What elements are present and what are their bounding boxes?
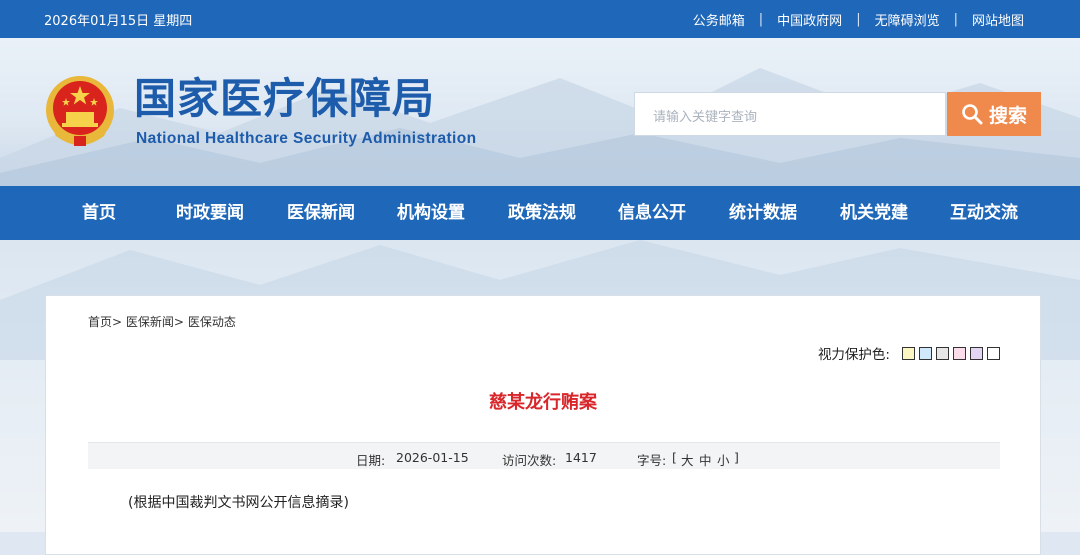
breadcrumb-dynamics[interactable]: 医保动态: [188, 315, 236, 329]
separator: |: [953, 12, 958, 27]
font-size-medium[interactable]: 中: [699, 450, 712, 469]
separator: |: [758, 12, 764, 27]
color-swatch-white[interactable]: [987, 346, 1000, 360]
site-title: 国家医疗保障局: [134, 74, 436, 123]
color-swatch-pink[interactable]: [953, 346, 966, 360]
nav-item-interaction[interactable]: 互动交流: [950, 186, 1018, 240]
top-bar: 2026年01月15日 星期四 公务邮箱 | 中国政府网 | 无障碍浏览 | 网…: [0, 0, 1080, 38]
nav-item-policy[interactable]: 政策法规: [508, 186, 576, 240]
font-bracket-open: [: [672, 450, 677, 465]
vision-protection-label: 视力保护色:: [817, 347, 890, 363]
font-size-label: 字号:: [637, 453, 667, 468]
link-official-mail[interactable]: 公务邮箱: [693, 10, 745, 29]
breadcrumb-home[interactable]: 首页: [88, 315, 112, 329]
article-container: 首页> 医保新闻> 医保动态 视力保护色: 慈某龙行贿案 日期: 2026-01…: [45, 295, 1041, 555]
breadcrumb: 首页> 医保新闻> 医保动态: [88, 313, 236, 330]
breadcrumb-separator: >: [173, 315, 184, 329]
article-date: 2026-01-15: [396, 450, 469, 465]
link-sitemap[interactable]: 网站地图: [972, 10, 1024, 29]
site-subtitle: National Healthcare Security Administrat…: [136, 130, 477, 147]
breadcrumb-separator: >: [112, 315, 123, 329]
nav-item-news[interactable]: 医保新闻: [287, 186, 355, 240]
link-gov-portal[interactable]: 中国政府网: [777, 10, 842, 29]
main-nav: 首页 时政要闻 医保新闻 机构设置 政策法规 信息公开 统计数据 机关党建 互动…: [0, 186, 1080, 240]
nav-item-home[interactable]: 首页: [82, 186, 116, 240]
site-header: 国家医疗保障局 National Healthcare Security Adm…: [0, 38, 1080, 186]
nav-item-disclosure[interactable]: 信息公开: [618, 186, 686, 240]
date-label: 日期:: [356, 453, 386, 468]
search-input[interactable]: 请输入关键字查询: [634, 92, 946, 136]
nav-item-politics[interactable]: 时政要闻: [176, 186, 244, 240]
color-swatch-blue[interactable]: [919, 346, 932, 360]
article-meta: 日期: 2026-01-15 访问次数: 1417 字号: [ 大 中 小 ]: [88, 442, 1000, 469]
current-date: 2026年01月15日 星期四: [44, 14, 193, 29]
visits-label: 访问次数:: [502, 453, 557, 468]
national-emblem-icon: [46, 76, 114, 146]
font-size-small[interactable]: 小: [717, 450, 730, 469]
top-links: 公务邮箱 | 中国政府网 | 无障碍浏览 | 网站地图: [693, 10, 1024, 29]
visit-count: 1417: [565, 450, 597, 465]
separator: |: [856, 12, 861, 27]
search-button[interactable]: 搜索: [947, 92, 1041, 136]
font-size-large[interactable]: 大: [681, 450, 694, 469]
search-icon: [962, 104, 983, 125]
color-swatch-purple[interactable]: [970, 346, 983, 360]
nav-item-party[interactable]: 机关党建: [840, 186, 908, 240]
article-title: 慈某龙行贿案: [489, 392, 597, 413]
color-swatch-gray[interactable]: [936, 346, 949, 360]
vision-protection: 视力保护色:: [818, 343, 1000, 363]
article-lead: (根据中国裁判文书网公开信息摘录): [128, 495, 349, 511]
link-accessibility[interactable]: 无障碍浏览: [875, 10, 940, 29]
search-button-label: 搜索: [988, 104, 1027, 127]
nav-item-organization[interactable]: 机构设置: [397, 186, 465, 240]
nav-item-statistics[interactable]: 统计数据: [729, 186, 797, 240]
breadcrumb-news[interactable]: 医保新闻: [126, 315, 174, 329]
color-swatch-yellow[interactable]: [902, 346, 915, 360]
font-bracket-close: ]: [734, 450, 739, 465]
